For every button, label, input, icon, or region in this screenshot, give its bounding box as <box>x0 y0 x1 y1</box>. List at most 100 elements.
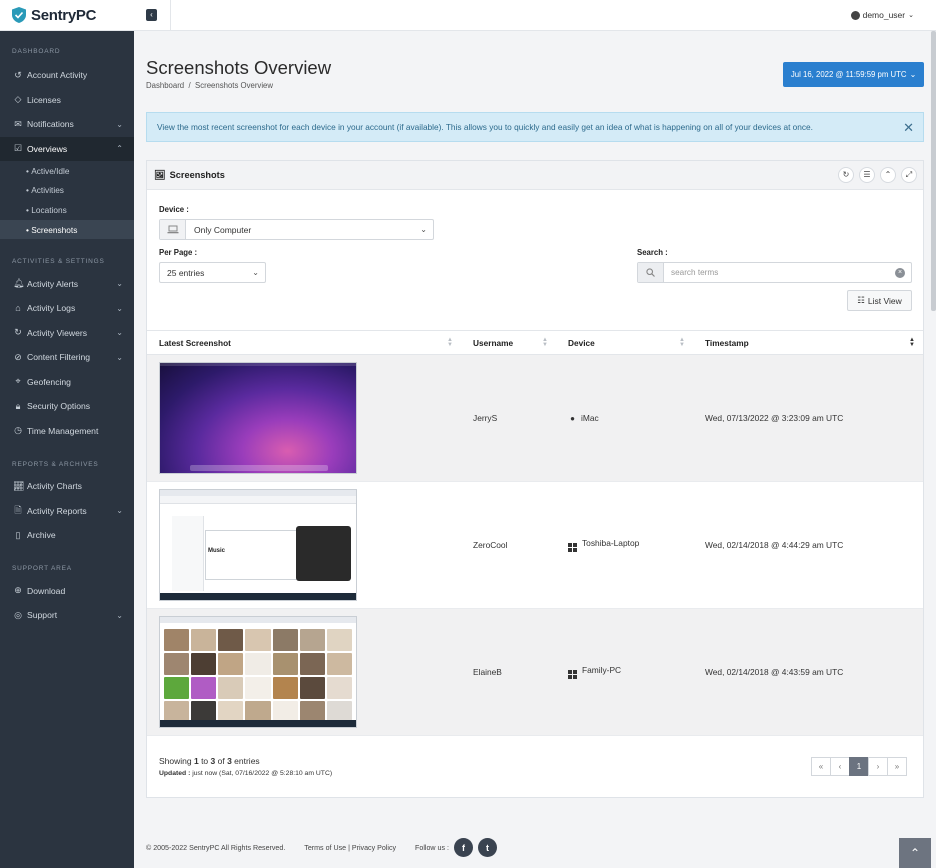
fullscreen-button[interactable]: ⤢ <box>901 167 917 183</box>
search-icon <box>638 263 664 282</box>
sidebar-item-notifications[interactable]: ✉ Notifications ⌄ <box>0 112 134 137</box>
updated-label: Updated : <box>159 770 191 777</box>
collapse-button[interactable]: ⌃ <box>880 167 896 183</box>
showing-prefix: Showing <box>159 756 194 766</box>
alert-text: View the most recent screenshot for each… <box>157 122 813 132</box>
device-select-value: Only Computer <box>194 224 252 235</box>
copyright: © 2005-2022 SentryPC All Rights Reserved… <box>146 843 286 852</box>
sidebar-item-activity-alerts[interactable]: 🔔︎ Activity Alerts ⌄ <box>0 271 134 296</box>
sidebar-item-time-management[interactable]: ◷ Time Management <box>0 418 134 443</box>
sidebar-item-archive[interactable]: ▯ Archive <box>0 523 134 548</box>
close-icon[interactable]: ✕ <box>903 120 914 136</box>
breadcrumb-home[interactable]: Dashboard <box>146 81 184 90</box>
sidebar-item-download[interactable]: ⊕ Download <box>0 578 134 603</box>
first-page-button[interactable]: « <box>811 757 831 776</box>
chevron-right-icon: › <box>876 762 880 771</box>
search-input[interactable] <box>671 268 891 277</box>
device-name: iMac <box>581 413 599 423</box>
image-grid <box>164 629 352 723</box>
sidebar-subitem-screenshots[interactable]: • Screenshots <box>0 219 134 240</box>
sort-icon: ▲ ▼ <box>542 337 548 348</box>
file-icon: ▯ <box>15 529 21 540</box>
sidebar-item-overviews[interactable]: ☑ Overviews ⌃ <box>0 136 134 161</box>
logo[interactable]: SentryPC <box>0 0 134 31</box>
double-chevron-right-icon: » <box>894 762 900 771</box>
screenshot-thumbnail[interactable] <box>159 616 357 728</box>
per-page-select[interactable]: 25 entries ⌄ <box>159 262 266 283</box>
column-header-screenshot[interactable]: Latest Screenshot ▲ ▼ <box>147 330 461 355</box>
history-icon: ↺ <box>14 69 22 80</box>
sidebar-item-security-options[interactable]: 🔒︎ Security Options <box>0 394 134 419</box>
collapse-sidebar-button[interactable]: ‹ <box>146 9 157 21</box>
sidebar-item-geofencing[interactable]: ⌖ Geofencing <box>0 369 134 394</box>
sidebar-item-activity-viewers[interactable]: ↻ Activity Viewers ⌄ <box>0 320 134 345</box>
refresh-button[interactable]: ↻ <box>838 167 854 183</box>
timestamp-cell: Wed, 02/14/2018 @ 4:44:29 am UTC <box>693 481 923 609</box>
bell-icon: 🔔︎ <box>13 278 25 289</box>
download-icon: ⊕ <box>14 585 22 596</box>
divider <box>170 0 171 31</box>
list-icon: ☷ <box>857 295 865 305</box>
settings-button[interactable]: ☰ <box>859 167 875 183</box>
showing-suffix: entries <box>231 756 260 766</box>
device-cell: Family-PC <box>556 608 693 736</box>
sidebar-item-label: Licenses <box>27 94 61 105</box>
device-select[interactable]: Only Computer ⌄ <box>159 219 434 240</box>
chevron-down-icon: ⌄ <box>909 70 917 79</box>
date-picker-button[interactable]: Jul 16, 2022 @ 11:59:59 pm UTC ⌄ <box>783 62 924 87</box>
facebook-icon[interactable]: f <box>453 838 473 857</box>
expand-icon: ⤢ <box>905 170 913 179</box>
sidebar-item-activity-charts[interactable]: 📈︎ Activity Charts <box>0 474 134 499</box>
sidebar-item-activity-logs[interactable]: ⌂ Activity Logs ⌄ <box>0 296 134 321</box>
sidebar-item-label: Activities <box>31 185 64 196</box>
sidebar-item-licenses[interactable]: ◇ Licenses <box>0 88 134 113</box>
column-header-device[interactable]: Device ▲ ▼ <box>556 330 693 355</box>
user-menu[interactable]: demo_user ⌄ <box>850 10 914 20</box>
taskbar <box>160 720 356 727</box>
privacy-link[interactable]: Privacy Policy <box>352 844 396 852</box>
scroll-to-top-button[interactable]: ⌃ <box>899 838 931 868</box>
chevron-down-icon: ⌄ <box>420 225 427 234</box>
list-view-button[interactable]: ☷ List View <box>847 290 912 311</box>
screenshot-thumbnail[interactable] <box>159 362 357 474</box>
page-title: Screenshots Overview <box>146 57 332 78</box>
username-cell: JerryS <box>461 354 556 482</box>
table-header-row: Latest Screenshot ▲ ▼ Username ▲ ▼ Device ▲ ▼ … <box>147 330 923 355</box>
sidebar-item-label: Account Activity <box>27 70 88 81</box>
search-box: × <box>637 262 912 283</box>
sidebar-subitem-locations[interactable]: • Locations <box>0 200 134 220</box>
clear-search-icon[interactable]: × <box>895 268 905 278</box>
sidebar-item-label: Time Management <box>27 425 99 436</box>
sidebar-item-activity-reports[interactable]: 🗎 Activity Reports ⌄ <box>0 498 134 523</box>
breadcrumb: Dashboard / Screenshots Overview <box>146 81 273 90</box>
card-title: Screenshots <box>169 170 225 180</box>
twitter-icon[interactable]: t <box>477 838 497 857</box>
showing-entries: Showing 1 to 3 of 3 entries <box>159 756 260 766</box>
section-title-dashboard: DASHBOARD <box>12 48 61 55</box>
chevron-down-icon: ⌄ <box>908 12 914 19</box>
next-page-button[interactable]: › <box>868 757 888 776</box>
column-header-label: Timestamp <box>705 337 749 348</box>
column-header-username[interactable]: Username ▲ ▼ <box>461 330 556 355</box>
device-name: Toshiba-Laptop <box>582 538 640 548</box>
sidebar-item-content-filtering[interactable]: ⊘ Content Filtering ⌄ <box>0 345 134 370</box>
username: demo_user <box>862 10 906 20</box>
sidebar-item-support[interactable]: ◎ Support ⌄ <box>0 603 134 628</box>
sidebar-item-label: Activity Alerts <box>27 278 79 289</box>
terms-link[interactable]: Terms of Use <box>304 844 346 852</box>
section-title-support-area: SUPPORT AREA <box>12 565 72 573</box>
sidebar-item-account-activity[interactable]: ↺ Account Activity <box>0 63 134 88</box>
sidebar-subitem-active-idle[interactable]: • Active/Idle <box>0 161 134 181</box>
page-button[interactable]: 1 <box>849 757 869 776</box>
device-cell: ● iMac <box>556 354 693 482</box>
device-name: Family-PC <box>582 665 622 675</box>
laptop-icon <box>160 220 186 239</box>
scrollbar[interactable] <box>931 31 936 311</box>
sidebar-subitem-activities[interactable]: • Activities <box>0 181 134 201</box>
prev-page-button[interactable]: ‹ <box>830 757 850 776</box>
last-page-button[interactable]: » <box>887 757 907 776</box>
screenshot-thumbnail[interactable]: Music <box>159 489 357 601</box>
column-header-timestamp[interactable]: Timestamp ▲ ▼ <box>693 330 923 355</box>
footer: © 2005-2022 SentryPC All Rights Reserved… <box>146 838 497 857</box>
showing-of: of <box>215 756 228 766</box>
